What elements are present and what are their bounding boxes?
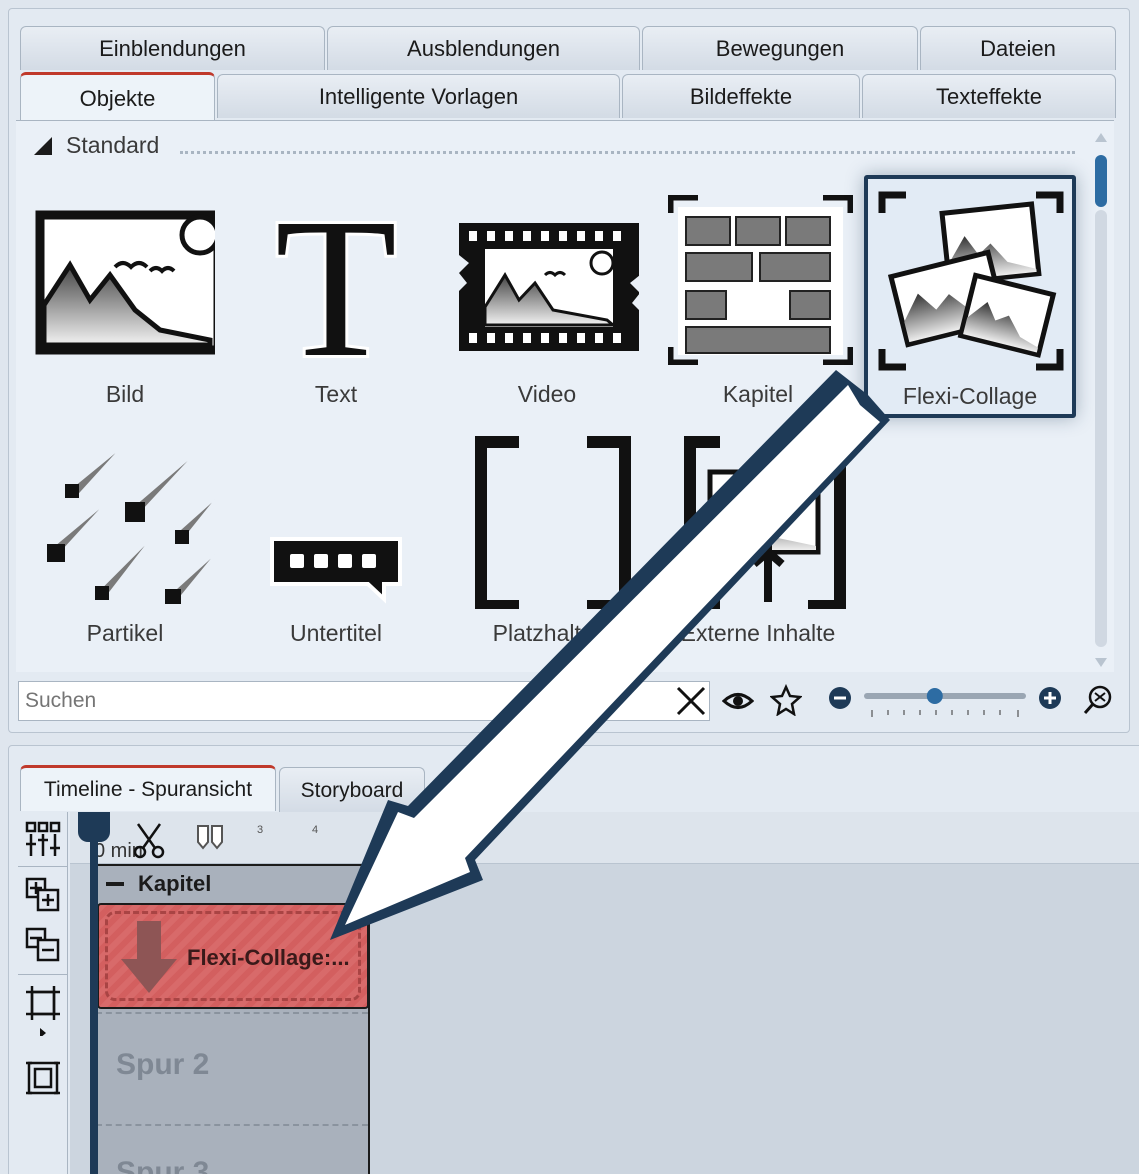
playhead-handle[interactable] (78, 812, 110, 842)
tile-label: Video (517, 381, 577, 407)
tab-timeline-spuransicht[interactable]: Timeline - Spuransicht (20, 765, 276, 811)
tile-label: Text (314, 381, 358, 407)
tab-ausblendungen[interactable]: Ausblendungen (327, 26, 640, 70)
zoom-fit-icon[interactable] (1082, 684, 1114, 721)
scissors-icon[interactable] (132, 820, 168, 865)
star-icon[interactable] (769, 683, 803, 721)
tab-label: Intelligente Vorlagen (318, 83, 519, 109)
collapse-minus-icon[interactable] (106, 882, 124, 886)
eye-icon[interactable] (721, 686, 755, 721)
image-icon (35, 210, 215, 355)
tile-label: Untertitel (289, 620, 383, 646)
zoom-slider[interactable] (862, 682, 1028, 722)
collapse-triangle-icon[interactable] (34, 136, 52, 155)
tile-label: Platzhalter (492, 620, 602, 646)
tab-intelligente-vorlagen[interactable]: Intelligente Vorlagen (217, 74, 620, 118)
tile-label: Partikel (86, 620, 164, 646)
track-label: Spur 2 (116, 1048, 210, 1081)
collage-icon (878, 191, 1064, 371)
tile-partikel[interactable]: Partikel (25, 424, 225, 654)
tab-label: Ausblendungen (407, 35, 560, 61)
tab-objekte[interactable]: Objekte (20, 72, 215, 122)
svg-text:T: T (275, 195, 397, 365)
tab-label: Bildeffekte (689, 83, 793, 109)
tab-label: Einblendungen (99, 35, 246, 61)
tab-texteffekte[interactable]: Texteffekte (862, 74, 1116, 118)
track-divider (96, 1124, 368, 1126)
film-icon (459, 223, 640, 351)
tile-bild[interactable]: Bild (25, 185, 225, 415)
chapter-row[interactable]: Kapitel (96, 866, 368, 902)
ruler-tick-label: 4 (312, 824, 319, 836)
tile-kapitel[interactable]: Kapitel (658, 185, 858, 415)
track-settings-icon[interactable] (24, 820, 62, 863)
drop-arrow-icon (121, 921, 177, 993)
ruler-tick-label: 3 (257, 824, 264, 836)
playhead-line[interactable] (90, 812, 98, 1174)
chapter-label: Kapitel (138, 871, 212, 896)
timeline-ruler[interactable]: 0 min 3 4 (70, 812, 1139, 864)
tile-label: Externe Inhalte (680, 620, 836, 646)
tile-label: Flexi-Collage (902, 383, 1038, 409)
clip-label: Flexi-Collage:... (187, 945, 350, 970)
subtitle-icon (270, 537, 402, 604)
tile-platzhalter[interactable]: Platzhalter (447, 424, 647, 654)
placeholder-icon (475, 436, 631, 609)
tab-label: Storyboard (300, 778, 404, 802)
tile-text[interactable]: T Text (236, 185, 436, 415)
particles-icon (47, 443, 215, 604)
zoom-in-icon[interactable] (1038, 686, 1062, 715)
tab-dateien[interactable]: Dateien (920, 26, 1116, 70)
tile-untertitel[interactable]: Untertitel (236, 424, 436, 654)
tile-externe-inhalte[interactable]: Externe Inhalte (658, 424, 858, 654)
flexi-collage-clip[interactable]: Flexi-Collage:... (97, 903, 369, 1009)
chapter-icon (668, 195, 853, 365)
frame-icon[interactable] (24, 1058, 62, 1103)
tab-storyboard[interactable]: Storyboard (279, 767, 425, 813)
section-title: Standard (66, 132, 160, 158)
tab-label: Dateien (980, 35, 1056, 61)
tab-bildeffekte[interactable]: Bildeffekte (622, 74, 860, 118)
scrollbar-rail[interactable] (1095, 210, 1107, 647)
tab-label: Objekte (79, 85, 156, 111)
toolbar-separator (18, 866, 68, 867)
scrollbar-thumb[interactable] (1095, 155, 1107, 207)
tab-label: Timeline - Spuransicht (43, 777, 253, 801)
zoom-out-icon[interactable] (828, 686, 852, 715)
tile-label: Kapitel (722, 381, 794, 407)
marker-icon[interactable] (194, 824, 226, 855)
tab-label: Texteffekte (936, 83, 1042, 109)
clear-search-icon[interactable] (674, 684, 708, 718)
tab-bewegungen[interactable]: Bewegungen (642, 26, 918, 70)
track-divider (96, 1012, 368, 1014)
tile-video[interactable]: Video (447, 185, 647, 415)
search-input[interactable] (18, 681, 710, 721)
section-header[interactable]: Standard (34, 132, 159, 159)
tab-einblendungen[interactable]: Einblendungen (20, 26, 325, 70)
tile-label: Bild (105, 381, 145, 407)
remove-track-icon[interactable] (24, 926, 62, 969)
text-icon: T (272, 195, 400, 365)
crop-icon[interactable] (24, 984, 62, 1041)
toolbar-separator (18, 974, 68, 975)
add-track-icon[interactable] (24, 876, 62, 919)
zoom-slider-knob[interactable] (926, 688, 943, 704)
tile-flexi-collage[interactable]: Flexi-Collage (864, 175, 1076, 418)
tab-label: Bewegungen (715, 35, 845, 61)
external-content-icon (684, 436, 846, 609)
section-divider (180, 151, 1075, 154)
track-label: Spur 3 (116, 1156, 210, 1174)
